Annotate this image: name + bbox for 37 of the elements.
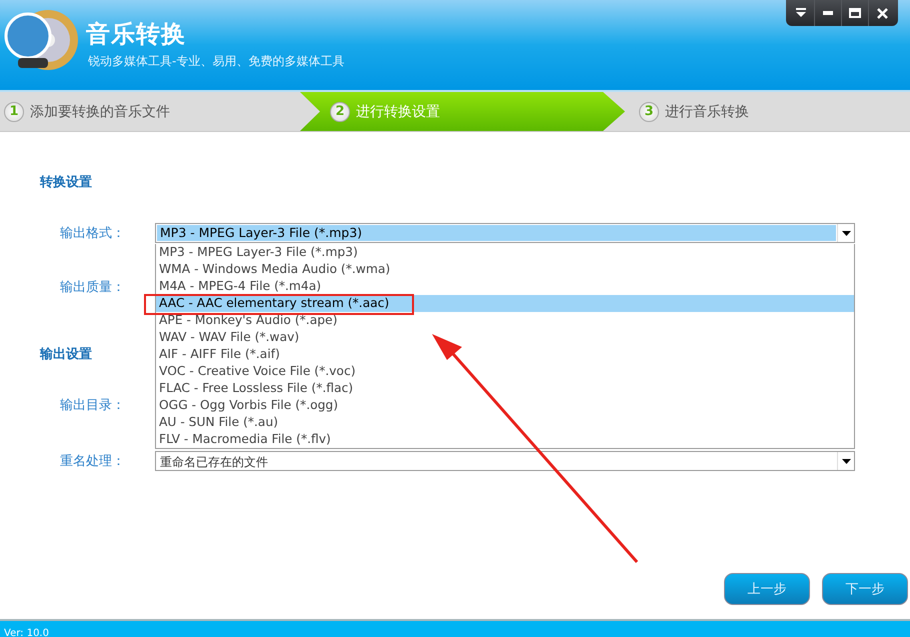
step-label: 添加要转换的音乐文件 bbox=[30, 102, 170, 120]
field-label: 输出目录： bbox=[60, 397, 125, 414]
format-option[interactable]: FLAC - Free Lossless File (*.flac) bbox=[156, 380, 854, 397]
version-label: Ver: 10.0 bbox=[3, 627, 49, 637]
format-option[interactable]: MP3 - MPEG Layer-3 File (*.mp3) bbox=[156, 244, 854, 261]
section-heading: 转换设置 bbox=[40, 174, 92, 191]
step-label: 进行转换设置 bbox=[356, 102, 440, 120]
format-option[interactable]: APE - Monkey's Audio (*.ape) bbox=[156, 312, 854, 329]
format-option[interactable]: AU - SUN File (*.au) bbox=[156, 414, 854, 431]
section-heading: 输出设置 bbox=[40, 346, 92, 363]
step-number: 1 bbox=[4, 102, 24, 122]
close-icon bbox=[877, 8, 888, 18]
format-option[interactable]: M4A - MPEG-4 File (*.m4a) bbox=[156, 278, 854, 295]
field-label: 输出格式： bbox=[60, 225, 125, 242]
menu-dropdown-icon bbox=[795, 8, 807, 18]
format-option[interactable]: WAV - WAV File (*.wav) bbox=[156, 329, 854, 346]
format-option[interactable]: AAC - AAC elementary stream (*.aac) bbox=[156, 295, 854, 312]
minimize-icon bbox=[822, 11, 834, 15]
maximize-icon bbox=[849, 8, 861, 18]
app-title: 音乐转换 bbox=[86, 19, 186, 50]
format-option[interactable]: WMA - Windows Media Audio (*.wma) bbox=[156, 261, 854, 278]
format-option[interactable]: AIF - AIFF File (*.aif) bbox=[156, 346, 854, 363]
step-label: 进行音乐转换 bbox=[665, 102, 749, 120]
step-tab[interactable]: 1 添加要转换的音乐文件 bbox=[0, 92, 300, 131]
format-option[interactable]: OGG - Ogg Vorbis File (*.ogg) bbox=[156, 397, 854, 414]
step-number: 3 bbox=[639, 102, 659, 122]
app-subtitle: 锐动多媒体工具-专业、易用、免费的多媒体工具 bbox=[88, 53, 344, 70]
rename-dropdown[interactable]: 重命名已存在的文件 bbox=[155, 451, 855, 471]
caret-icon bbox=[842, 458, 850, 464]
field-label: 输出质量： bbox=[60, 279, 125, 296]
format-option[interactable]: VOC - Creative Voice File (*.voc) bbox=[156, 363, 854, 380]
caret-icon bbox=[842, 230, 850, 236]
format-option[interactable]: FLV - Macromedia File (*.flv) bbox=[156, 431, 854, 448]
field-label: 重名处理： bbox=[60, 453, 125, 470]
step-tab[interactable]: 3 进行音乐转换 bbox=[625, 92, 910, 131]
step-number: 2 bbox=[330, 102, 350, 122]
format-dropdown[interactable]: MP3 - MPEG Layer-3 File (*.mp3) bbox=[155, 223, 855, 243]
